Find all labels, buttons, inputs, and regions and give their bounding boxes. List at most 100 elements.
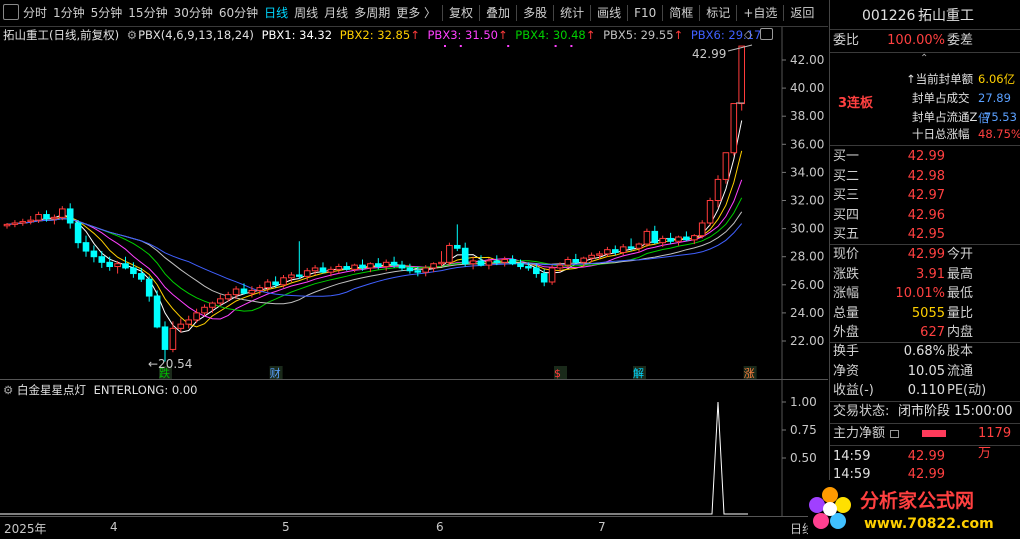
candle-body[interactable] — [343, 266, 350, 270]
candle-body[interactable] — [311, 267, 319, 272]
bid-row[interactable]: 买二 42.98 — [830, 167, 1020, 187]
candle-body[interactable] — [51, 216, 58, 220]
candle-body[interactable] — [477, 260, 485, 266]
candle-body[interactable] — [272, 281, 279, 286]
tab-weekly[interactable]: 周线 — [291, 0, 321, 26]
candle-body[interactable] — [738, 45, 746, 105]
candlestick-chart[interactable]: 42.00 40.00 38.00 36.00 34.00 32.00 30.00 28.00… — [0, 27, 828, 380]
candle-body[interactable] — [627, 246, 635, 249]
candle-body[interactable] — [145, 278, 153, 297]
candle-body[interactable] — [106, 261, 114, 268]
candle-body[interactable] — [438, 261, 445, 265]
candle-body[interactable] — [232, 288, 240, 296]
candle-body[interactable] — [11, 222, 19, 225]
bid-row[interactable]: 买三 42.97 — [830, 186, 1020, 206]
candle-body[interactable] — [264, 281, 271, 289]
candle-body[interactable] — [580, 257, 588, 263]
tab-daily[interactable]: 日线 — [261, 0, 291, 26]
candle-body[interactable] — [730, 103, 738, 154]
candle-body[interactable] — [98, 256, 106, 263]
candle-body[interactable] — [185, 319, 192, 325]
candle-body[interactable] — [548, 267, 556, 283]
mark-button[interactable]: 标记 — [703, 0, 733, 26]
candle-body[interactable] — [122, 263, 129, 269]
candle-body[interactable] — [691, 235, 698, 241]
candle-body[interactable] — [540, 273, 548, 283]
tab-1min[interactable]: 1分钟 — [50, 0, 88, 26]
candle-body[interactable] — [248, 289, 256, 294]
menu-icon[interactable] — [0, 0, 20, 26]
statistics-button[interactable]: 统计 — [557, 0, 587, 26]
candle-body[interactable] — [485, 260, 493, 266]
candle-body[interactable] — [359, 264, 366, 269]
candle-body[interactable] — [604, 249, 611, 255]
f10-button[interactable]: F10 — [631, 0, 659, 26]
bid-row[interactable]: 买四 42.96 — [830, 206, 1020, 226]
tab-fenshi[interactable]: 分时 — [20, 0, 50, 26]
candle-body[interactable] — [193, 312, 200, 321]
candle-body[interactable] — [643, 230, 651, 245]
candle-body[interactable] — [509, 259, 516, 265]
candle-body[interactable] — [461, 247, 469, 265]
list-icon[interactable] — [890, 430, 899, 438]
tab-30min[interactable]: 30分钟 — [171, 0, 216, 26]
candle-body[interactable] — [382, 261, 390, 268]
candle-body[interactable] — [177, 323, 185, 329]
candle-body[interactable] — [517, 263, 524, 268]
candle-body[interactable] — [659, 237, 667, 244]
candle-body[interactable] — [256, 287, 264, 291]
candle-body[interactable] — [430, 263, 437, 269]
tab-multi-period[interactable]: 多周期 — [351, 0, 393, 26]
candle-body[interactable] — [3, 223, 11, 227]
candle-body[interactable] — [572, 259, 580, 263]
main-net-label[interactable]: 主力净额 — [833, 424, 885, 444]
candle-body[interactable] — [138, 273, 145, 280]
back-button[interactable]: 返回 — [787, 0, 817, 26]
candle-body[interactable] — [588, 254, 595, 259]
candle-body[interactable] — [398, 264, 406, 269]
tab-5min[interactable]: 5分钟 — [88, 0, 126, 26]
candle-body[interactable] — [74, 222, 82, 244]
candle-body[interactable] — [683, 236, 690, 241]
candle-body[interactable] — [675, 236, 682, 242]
candle-body[interactable] — [130, 267, 137, 275]
candle-body[interactable] — [651, 230, 659, 244]
candle-body[interactable] — [161, 326, 169, 350]
candle-body[interactable] — [327, 268, 335, 273]
candle-body[interactable] — [390, 261, 398, 266]
candle-body[interactable] — [303, 270, 311, 277]
sub-indicator-chart[interactable]: 1.00 0.75 0.50 — [0, 380, 828, 516]
event-marker[interactable]: 财 — [270, 366, 281, 380]
candle-body[interactable] — [414, 270, 422, 273]
candle-body[interactable] — [82, 242, 90, 252]
candle-body[interactable] — [469, 260, 477, 265]
candle-body[interactable] — [35, 214, 42, 221]
candle-body[interactable] — [375, 263, 382, 268]
event-marker[interactable]: 涨 — [744, 367, 755, 380]
event-marker[interactable]: $ — [554, 367, 561, 380]
candle-body[interactable] — [43, 214, 50, 220]
candle-body[interactable] — [493, 260, 501, 263]
multi-stock-button[interactable]: 多股 — [520, 0, 550, 26]
candle-body[interactable] — [201, 306, 208, 314]
candle-body[interactable] — [596, 253, 603, 256]
candle-body[interactable] — [556, 264, 564, 269]
candle-body[interactable] — [533, 267, 540, 275]
candle-body[interactable] — [367, 263, 374, 269]
candle-body[interactable] — [240, 288, 248, 294]
tab-15min[interactable]: 15分钟 — [125, 0, 170, 26]
draw-line-button[interactable]: 画线 — [594, 0, 624, 26]
candle-body[interactable] — [422, 267, 429, 273]
candle-body[interactable] — [446, 244, 453, 263]
overlay-button[interactable]: 叠加 — [483, 0, 513, 26]
tab-60min[interactable]: 60分钟 — [216, 0, 261, 26]
candle-body[interactable] — [27, 219, 34, 223]
candle-body[interactable] — [564, 259, 572, 266]
candle-body[interactable] — [525, 266, 532, 269]
tab-more[interactable]: 更多 〉 — [393, 0, 439, 26]
simple-frame-button[interactable]: 简框 — [666, 0, 696, 26]
candle-body[interactable] — [319, 267, 327, 273]
bid-row[interactable]: 买一 42.99 — [830, 147, 1020, 167]
candle-body[interactable] — [706, 200, 714, 224]
candle-body[interactable] — [66, 208, 74, 224]
